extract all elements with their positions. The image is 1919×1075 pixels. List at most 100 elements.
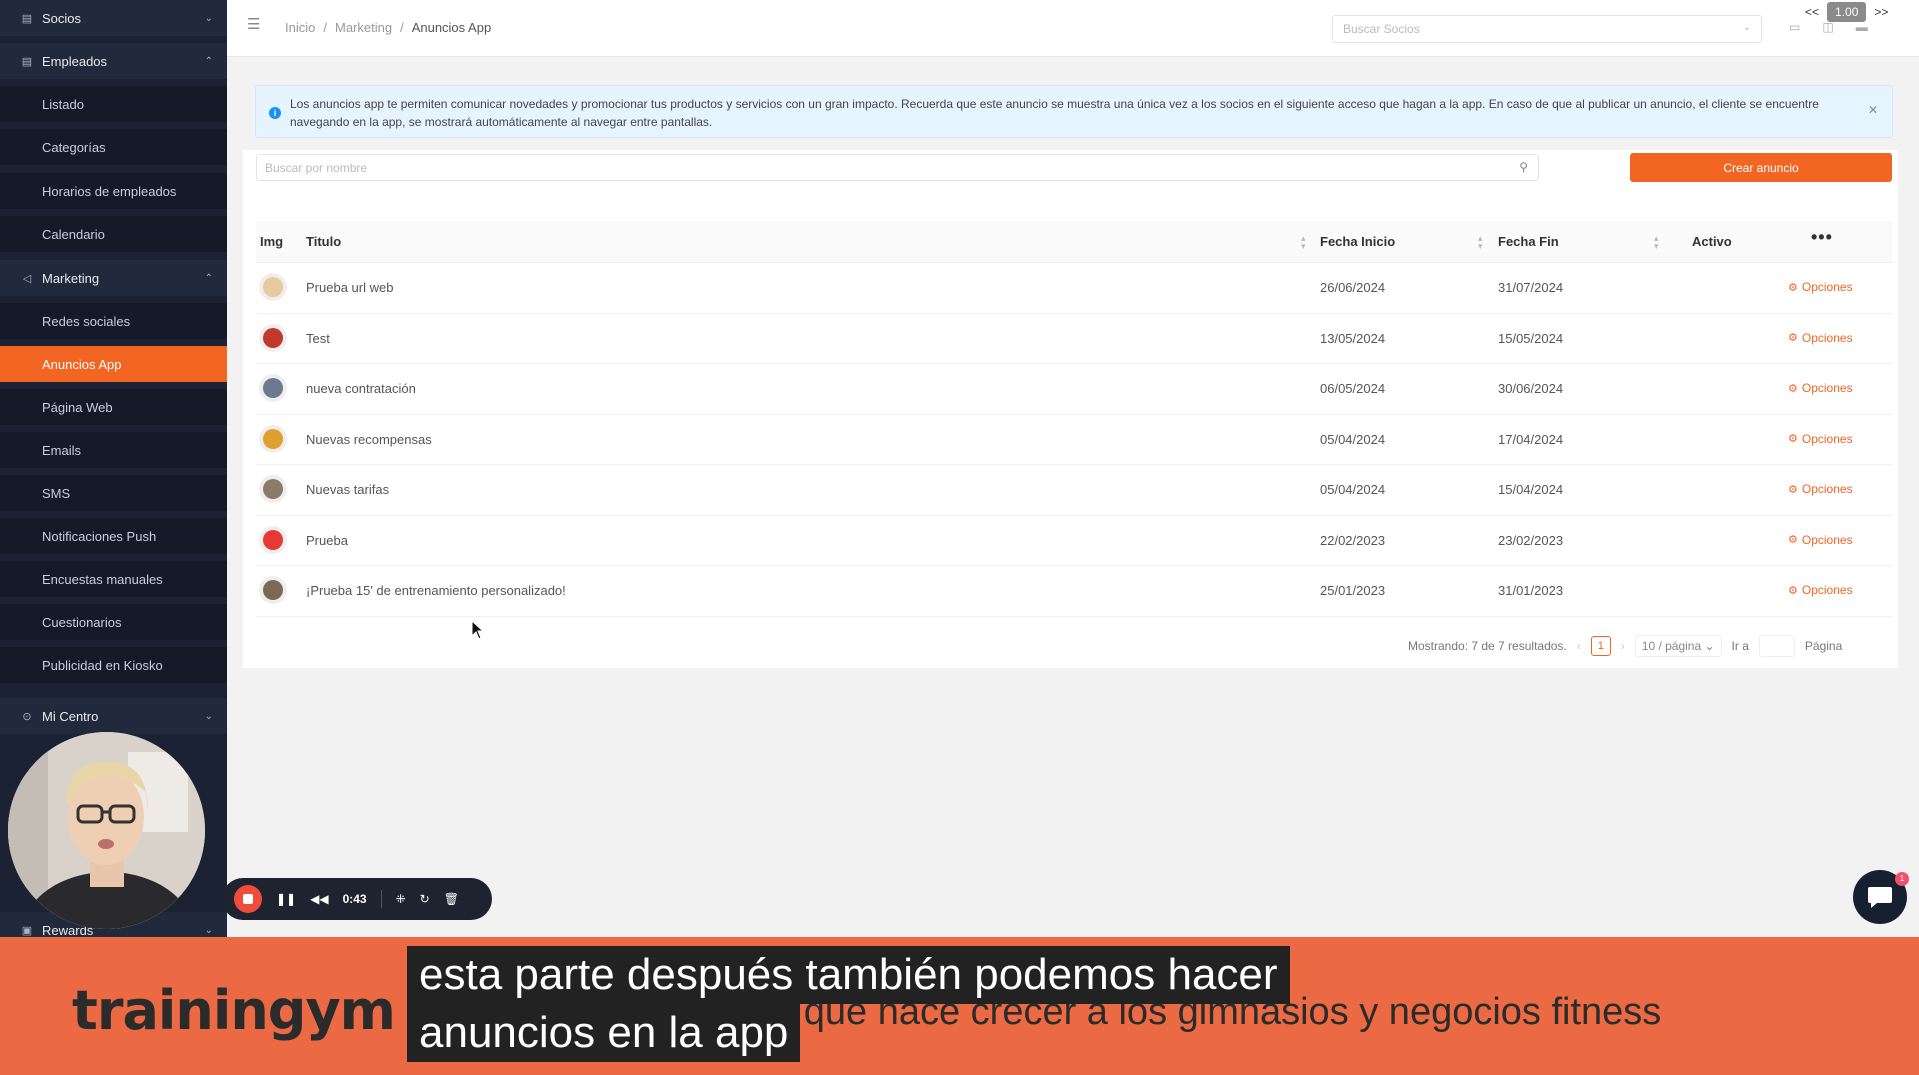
options-button[interactable]: ⚙ Opciones (1788, 280, 1853, 294)
sidebar-item[interactable]: Horarios de empleados (0, 173, 227, 209)
ads-table: Img Titulo ▴ ▾ Fecha Inicio ▴ ▾ Fecha Fin … (256, 221, 1892, 617)
sidebar-item[interactable]: Encuestas manuales (0, 561, 227, 597)
table-row[interactable]: ¡Prueba 15' de entrenamiento personaliza… (256, 566, 1892, 617)
breadcrumb-marketing[interactable]: Marketing (335, 20, 392, 35)
sidebar-item[interactable]: Emails (0, 432, 227, 468)
header-titulo[interactable]: Titulo (306, 234, 341, 249)
sidebar-item-label: Horarios de empleados (42, 183, 177, 199)
sidebar-item-label: Redes sociales (42, 313, 131, 329)
options-button[interactable]: ⚙ Opciones (1788, 583, 1853, 597)
gear-icon: ⚙ (1788, 281, 1798, 294)
breadcrumb-inicio[interactable]: Inicio (285, 20, 315, 35)
ad-start-date: 22/02/2023 (1320, 532, 1386, 548)
gear-icon: ⚙ (1788, 433, 1798, 445)
sidebar-item[interactable]: Página Web (0, 389, 227, 425)
column-settings-icon[interactable]: ••• (1811, 227, 1833, 248)
options-button[interactable]: ⚙ Opciones (1788, 432, 1853, 446)
ad-start-date: 25/01/2023 (1320, 583, 1386, 598)
create-ad-button[interactable]: Crear anuncio (1630, 153, 1892, 182)
header-fecha-inicio[interactable]: Fecha Inicio (1320, 234, 1395, 249)
mouse-cursor-icon (471, 620, 483, 640)
gear-icon: ⚙ (1788, 584, 1798, 597)
options-button[interactable]: ⚙ Opciones (1788, 381, 1853, 395)
user-icon[interactable]: ▬ (1856, 20, 1868, 34)
recording-time: 0:43 (342, 892, 367, 906)
sidebar-item[interactable]: ▤ Socios ⌄ (0, 0, 227, 36)
sidebar-item-label: Encuestas manuales (42, 571, 163, 587)
close-icon[interactable]: ✕ (1868, 103, 1878, 117)
recorder-controls: ❚❚ ◀◀ 0:43 ⁜ ↻ 🗑 (222, 878, 492, 920)
ad-end-date: 15/05/2024 (1498, 330, 1564, 346)
menu-toggle-icon[interactable]: ☰ (247, 17, 263, 33)
notification-icon[interactable]: ◫ (1822, 20, 1833, 34)
sidebar-item-label: Empleados (42, 53, 108, 69)
table-row[interactable]: Nuevas tarifas 05/04/2024 15/04/2024 ⚙ Opcio… (256, 465, 1892, 516)
sort-icon[interactable]: ▴ ▾ (1301, 234, 1306, 251)
header-activo: Activo (1692, 234, 1732, 249)
rewind-icon[interactable]: ◀◀ (310, 892, 328, 906)
stop-recording-button[interactable] (234, 885, 262, 913)
search-icon[interactable]: ⚲ (1519, 160, 1528, 174)
member-search-placeholder: Buscar Socios (1343, 22, 1420, 36)
grid-icon[interactable]: ⁜ (396, 892, 406, 906)
sidebar-item[interactable]: Cuestionarios (0, 604, 227, 640)
next-page-icon[interactable]: › (1621, 639, 1625, 653)
goto-page-input[interactable] (1758, 635, 1795, 657)
sidebar-item[interactable]: Publicidad en Kiosko (0, 647, 227, 683)
sidebar-item[interactable]: Listado (0, 86, 227, 122)
sidebar-item-label: Anuncios App (42, 356, 122, 372)
chevron-up-icon: ⌃ (204, 272, 213, 284)
table-row[interactable]: Prueba 22/02/2023 23/02/2023 ⚙ Opciones (256, 516, 1892, 566)
table-row[interactable]: nueva contratación 06/05/2024 30/06/2024 ⚙ O… (256, 364, 1892, 415)
options-button[interactable]: ⚙ Opciones (1788, 482, 1853, 496)
ad-start-date: 13/05/2024 (1320, 330, 1386, 346)
name-search-placeholder: Buscar por nombre (265, 161, 368, 175)
ad-title: Nuevas recompensas (306, 431, 432, 447)
restart-icon[interactable]: ↻ (420, 892, 430, 906)
speed-down-button[interactable]: << (1805, 5, 1819, 19)
sidebar-item[interactable]: Categorías (0, 129, 227, 165)
playback-speed: << 1.00 >> (1805, 2, 1888, 22)
sidebar-item-label: Socios (42, 10, 82, 26)
sidebar-item[interactable]: Anuncios App (0, 346, 227, 382)
ad-start-date: 06/05/2024 (1320, 381, 1386, 396)
sidebar-item[interactable]: SMS (0, 475, 227, 511)
member-search-select[interactable]: Buscar Socios ⌄ (1332, 15, 1762, 43)
divider (380, 890, 382, 908)
options-button[interactable]: ⚙ Opciones (1788, 533, 1853, 547)
id-card-icon: ▤ (21, 55, 33, 68)
table-row[interactable]: Test 13/05/2024 15/05/2024 ⚙ Opciones (256, 314, 1892, 364)
sidebar-item[interactable]: Notificaciones Push (0, 518, 227, 554)
sidebar-item[interactable]: ▤ Empleados ⌃ (0, 43, 227, 79)
page-1-button[interactable]: 1 (1590, 636, 1611, 656)
top-bar: ☰ Inicio / Marketing / Anuncios App Busc… (227, 0, 1919, 57)
megaphone-icon: ◁ (22, 272, 32, 285)
speed-up-button[interactable]: >> (1874, 5, 1888, 19)
header-fecha-fin[interactable]: Fecha Fin (1498, 234, 1559, 249)
pause-icon[interactable]: ❚❚ (276, 892, 296, 906)
sidebar-item-label: Emails (42, 442, 82, 458)
delete-icon[interactable]: 🗑 (444, 892, 459, 906)
top-icons: ▭ ◫ ▬ (1789, 20, 1868, 34)
webcam-bubble[interactable] (8, 732, 205, 929)
sort-icon[interactable]: ▴ ▾ (1654, 234, 1659, 251)
sidebar-item[interactable]: ⊙ Mi Centro ⌄ (0, 698, 227, 734)
page-size-select[interactable]: 10 / página ⌄ (1634, 635, 1722, 657)
options-button[interactable]: ⚙ Opciones (1788, 331, 1853, 345)
prev-page-icon[interactable]: ‹ (1577, 639, 1581, 653)
pagination: Mostrando: 7 de 7 resultados. ‹ 1 › 10 /… (1408, 635, 1842, 657)
sidebar-item[interactable]: Redes sociales (0, 303, 227, 339)
chat-bubble-icon (1868, 887, 1892, 908)
ad-thumbnail (259, 374, 287, 402)
sidebar-item[interactable]: ◁ Marketing ⌃ (0, 260, 227, 296)
name-search-input[interactable]: Buscar por nombre ⚲ (256, 154, 1539, 181)
table-row[interactable]: Nuevas recompensas 05/04/2024 17/04/2024 ⚙ O… (256, 415, 1892, 465)
calendar-icon[interactable]: ▭ (1789, 20, 1800, 34)
brand-logo: trainingym (72, 979, 396, 1042)
sidebar-item[interactable]: Calendario (0, 216, 227, 252)
table-body: Prueba url web 26/06/2024 31/07/2024 ⚙ Opcio… (256, 263, 1892, 617)
table-row[interactable]: Prueba url web 26/06/2024 31/07/2024 ⚙ Opcio… (256, 263, 1892, 314)
options-label: Opciones (1801, 583, 1853, 597)
sort-icon[interactable]: ▴ ▾ (1478, 234, 1483, 251)
chat-widget-button[interactable]: 1 (1853, 870, 1909, 924)
